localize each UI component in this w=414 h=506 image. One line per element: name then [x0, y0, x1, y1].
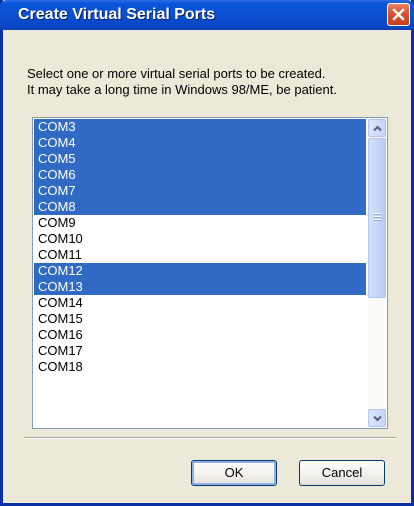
port-list-item[interactable]: COM15 [34, 311, 366, 327]
description-text: Select one or more virtual serial ports … [27, 66, 407, 98]
title-bar[interactable]: Create Virtual Serial Ports [0, 0, 414, 30]
scroll-up-button[interactable] [368, 119, 386, 137]
chevron-down-icon [373, 415, 382, 422]
description-line-2: It may take a long time in Windows 98/ME… [27, 82, 337, 97]
port-list-item[interactable]: COM7 [34, 183, 366, 199]
scroll-thumb[interactable] [368, 138, 386, 298]
port-list-item[interactable]: COM17 [34, 343, 366, 359]
port-list-item[interactable]: COM3 [34, 119, 366, 135]
close-icon [392, 8, 405, 21]
port-list-item[interactable]: COM11 [34, 247, 366, 263]
port-list-item[interactable]: COM6 [34, 167, 366, 183]
description-line-1: Select one or more virtual serial ports … [27, 66, 326, 81]
port-list-item[interactable]: COM14 [34, 295, 366, 311]
dialog-title: Create Virtual Serial Ports [18, 6, 216, 23]
port-list: COM3 COM4 COM5 COM6 COM7 COM8 COM9 COM10 COM11 CO… [34, 119, 366, 375]
thumb-grip [374, 213, 381, 221]
chevron-up-icon [373, 125, 382, 132]
vertical-scrollbar[interactable] [368, 119, 386, 427]
port-list-item[interactable]: COM13 [34, 279, 366, 295]
cancel-button[interactable]: Cancel [299, 460, 385, 486]
port-list-item[interactable]: COM9 [34, 215, 366, 231]
port-list-item[interactable]: COM18 [34, 359, 366, 375]
port-listbox[interactable]: COM3 COM4 COM5 COM6 COM7 COM8 COM9 COM10 COM11 CO… [32, 117, 388, 429]
port-list-item[interactable]: COM12 [34, 263, 366, 279]
close-button[interactable] [387, 3, 410, 26]
scroll-down-button[interactable] [368, 409, 386, 427]
ok-button[interactable]: OK [191, 460, 277, 486]
port-list-item[interactable]: COM8 [34, 199, 366, 215]
port-list-item[interactable]: COM4 [34, 135, 366, 151]
port-list-item[interactable]: COM16 [34, 327, 366, 343]
port-list-item[interactable]: COM5 [34, 151, 366, 167]
separator-line [24, 437, 396, 439]
port-list-item[interactable]: COM10 [34, 231, 366, 247]
